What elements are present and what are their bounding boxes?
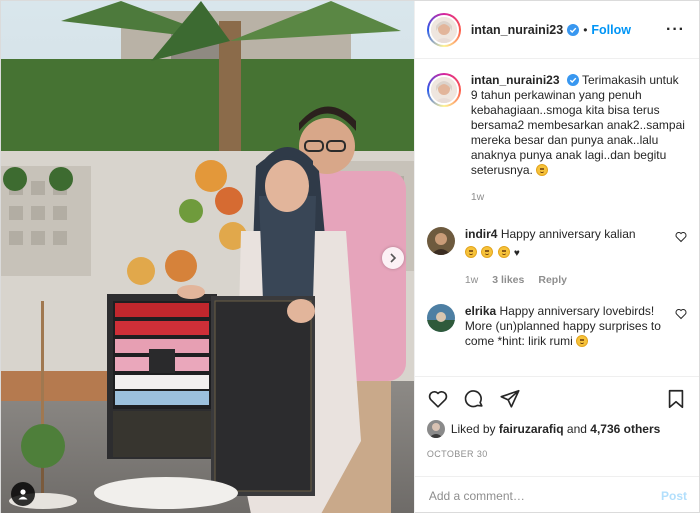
laughing-emoji-icon <box>464 246 477 258</box>
comment-icon[interactable] <box>463 388 485 410</box>
caption-text: Terimakasih untuk 9 tahun perkawinan yan… <box>470 73 685 177</box>
post-header: intan_nuraini23 • Follow ··· <box>414 1 699 59</box>
laughing-emoji-icon <box>497 246 510 258</box>
caption-body: intan_nuraini23 Terimakasih untuk 9 tahu… <box>471 73 687 205</box>
comment-likes[interactable]: 3 likes <box>492 273 524 288</box>
avatar-photo <box>426 227 455 255</box>
heart-icon[interactable] <box>427 388 449 410</box>
avatar-photo <box>430 16 457 43</box>
next-photo-button[interactable] <box>381 247 404 269</box>
tagged-users-button[interactable] <box>11 482 35 506</box>
heart-icon[interactable] <box>675 308 687 320</box>
comment-input[interactable] <box>428 488 661 503</box>
post-date[interactable]: OCTOBER 30 <box>427 449 687 459</box>
comment-body: indir4 Happy anniversary kalian ♥ 1w 3 l… <box>464 227 667 288</box>
caption-avatar[interactable] <box>426 73 461 107</box>
photo-scene <box>1 1 414 513</box>
more-options-button[interactable]: ··· <box>666 21 685 38</box>
caption-username[interactable]: intan_nuraini23 <box>471 73 560 87</box>
avatar-photo <box>430 77 457 103</box>
avatar-image <box>428 75 459 105</box>
comment-meta: 1w 3 likes Reply <box>465 273 667 288</box>
user-tag-icon <box>18 489 28 500</box>
rofl-emoji-icon <box>576 335 589 347</box>
likes-prefix: Liked by <box>450 422 496 436</box>
liker-avatar[interactable] <box>426 420 445 438</box>
verified-badge-icon <box>566 74 579 86</box>
likes-user[interactable]: fairuzarafiq <box>499 422 564 436</box>
caption: intan_nuraini23 Terimakasih untuk 9 tahu… <box>426 73 687 205</box>
comment-username[interactable]: elrika <box>465 304 496 318</box>
post-comment-button[interactable]: Post <box>661 489 687 503</box>
avatar-photo <box>426 304 455 332</box>
paper-plane-icon[interactable] <box>499 388 521 410</box>
header-username[interactable]: intan_nuraini23 <box>471 23 563 37</box>
chevron-right-icon <box>390 253 396 263</box>
comment-text: Happy anniversary kalian <box>500 227 636 241</box>
caption-meta: 1w <box>471 190 687 205</box>
verified-badge-icon <box>567 23 580 36</box>
action-bar <box>427 387 687 411</box>
smiley-emoji-icon <box>536 164 549 176</box>
comments-list[interactable]: intan_nuraini23 Terimakasih untuk 9 tahu… <box>415 59 699 376</box>
avatar-photo <box>426 420 445 438</box>
laughing-emoji-icon <box>481 246 494 258</box>
comment-avatar[interactable] <box>426 227 455 255</box>
post-photo[interactable] <box>1 1 414 513</box>
comment-item: elrika Happy anniversary lovebirds! More… <box>426 304 687 349</box>
add-comment-bar: Post <box>414 476 699 513</box>
likes-summary: Liked by fairuzarafiq and 4,736 others <box>426 420 687 438</box>
reply-button[interactable]: Reply <box>538 273 567 288</box>
header-separator: • <box>583 22 588 37</box>
follow-button[interactable]: Follow <box>591 23 631 37</box>
heart-icon[interactable] <box>675 231 687 243</box>
bookmark-icon[interactable] <box>665 388 687 410</box>
avatar-image <box>428 14 459 45</box>
comment-avatar[interactable] <box>426 304 455 332</box>
comment-emojis: ♥ <box>464 245 667 261</box>
black-heart-emoji-icon: ♥ <box>513 248 520 259</box>
likes-and: and <box>566 422 587 436</box>
instagram-post: intan_nuraini23 • Follow ··· intan_nurai… <box>0 0 700 513</box>
comment-username[interactable]: indir4 <box>465 227 498 241</box>
post-side-panel: intan_nuraini23 • Follow ··· intan_nurai… <box>413 1 699 513</box>
profile-avatar[interactable] <box>426 12 461 47</box>
likes-count[interactable]: 4,736 others <box>590 422 660 436</box>
caption-age[interactable]: 1w <box>471 190 484 205</box>
post-actions-section: Liked by fairuzarafiq and 4,736 others O… <box>414 376 699 476</box>
comment-item: indir4 Happy anniversary kalian ♥ 1w 3 l… <box>426 227 687 288</box>
comment-body: elrika Happy anniversary lovebirds! More… <box>465 304 667 349</box>
comment-age[interactable]: 1w <box>465 273 478 288</box>
